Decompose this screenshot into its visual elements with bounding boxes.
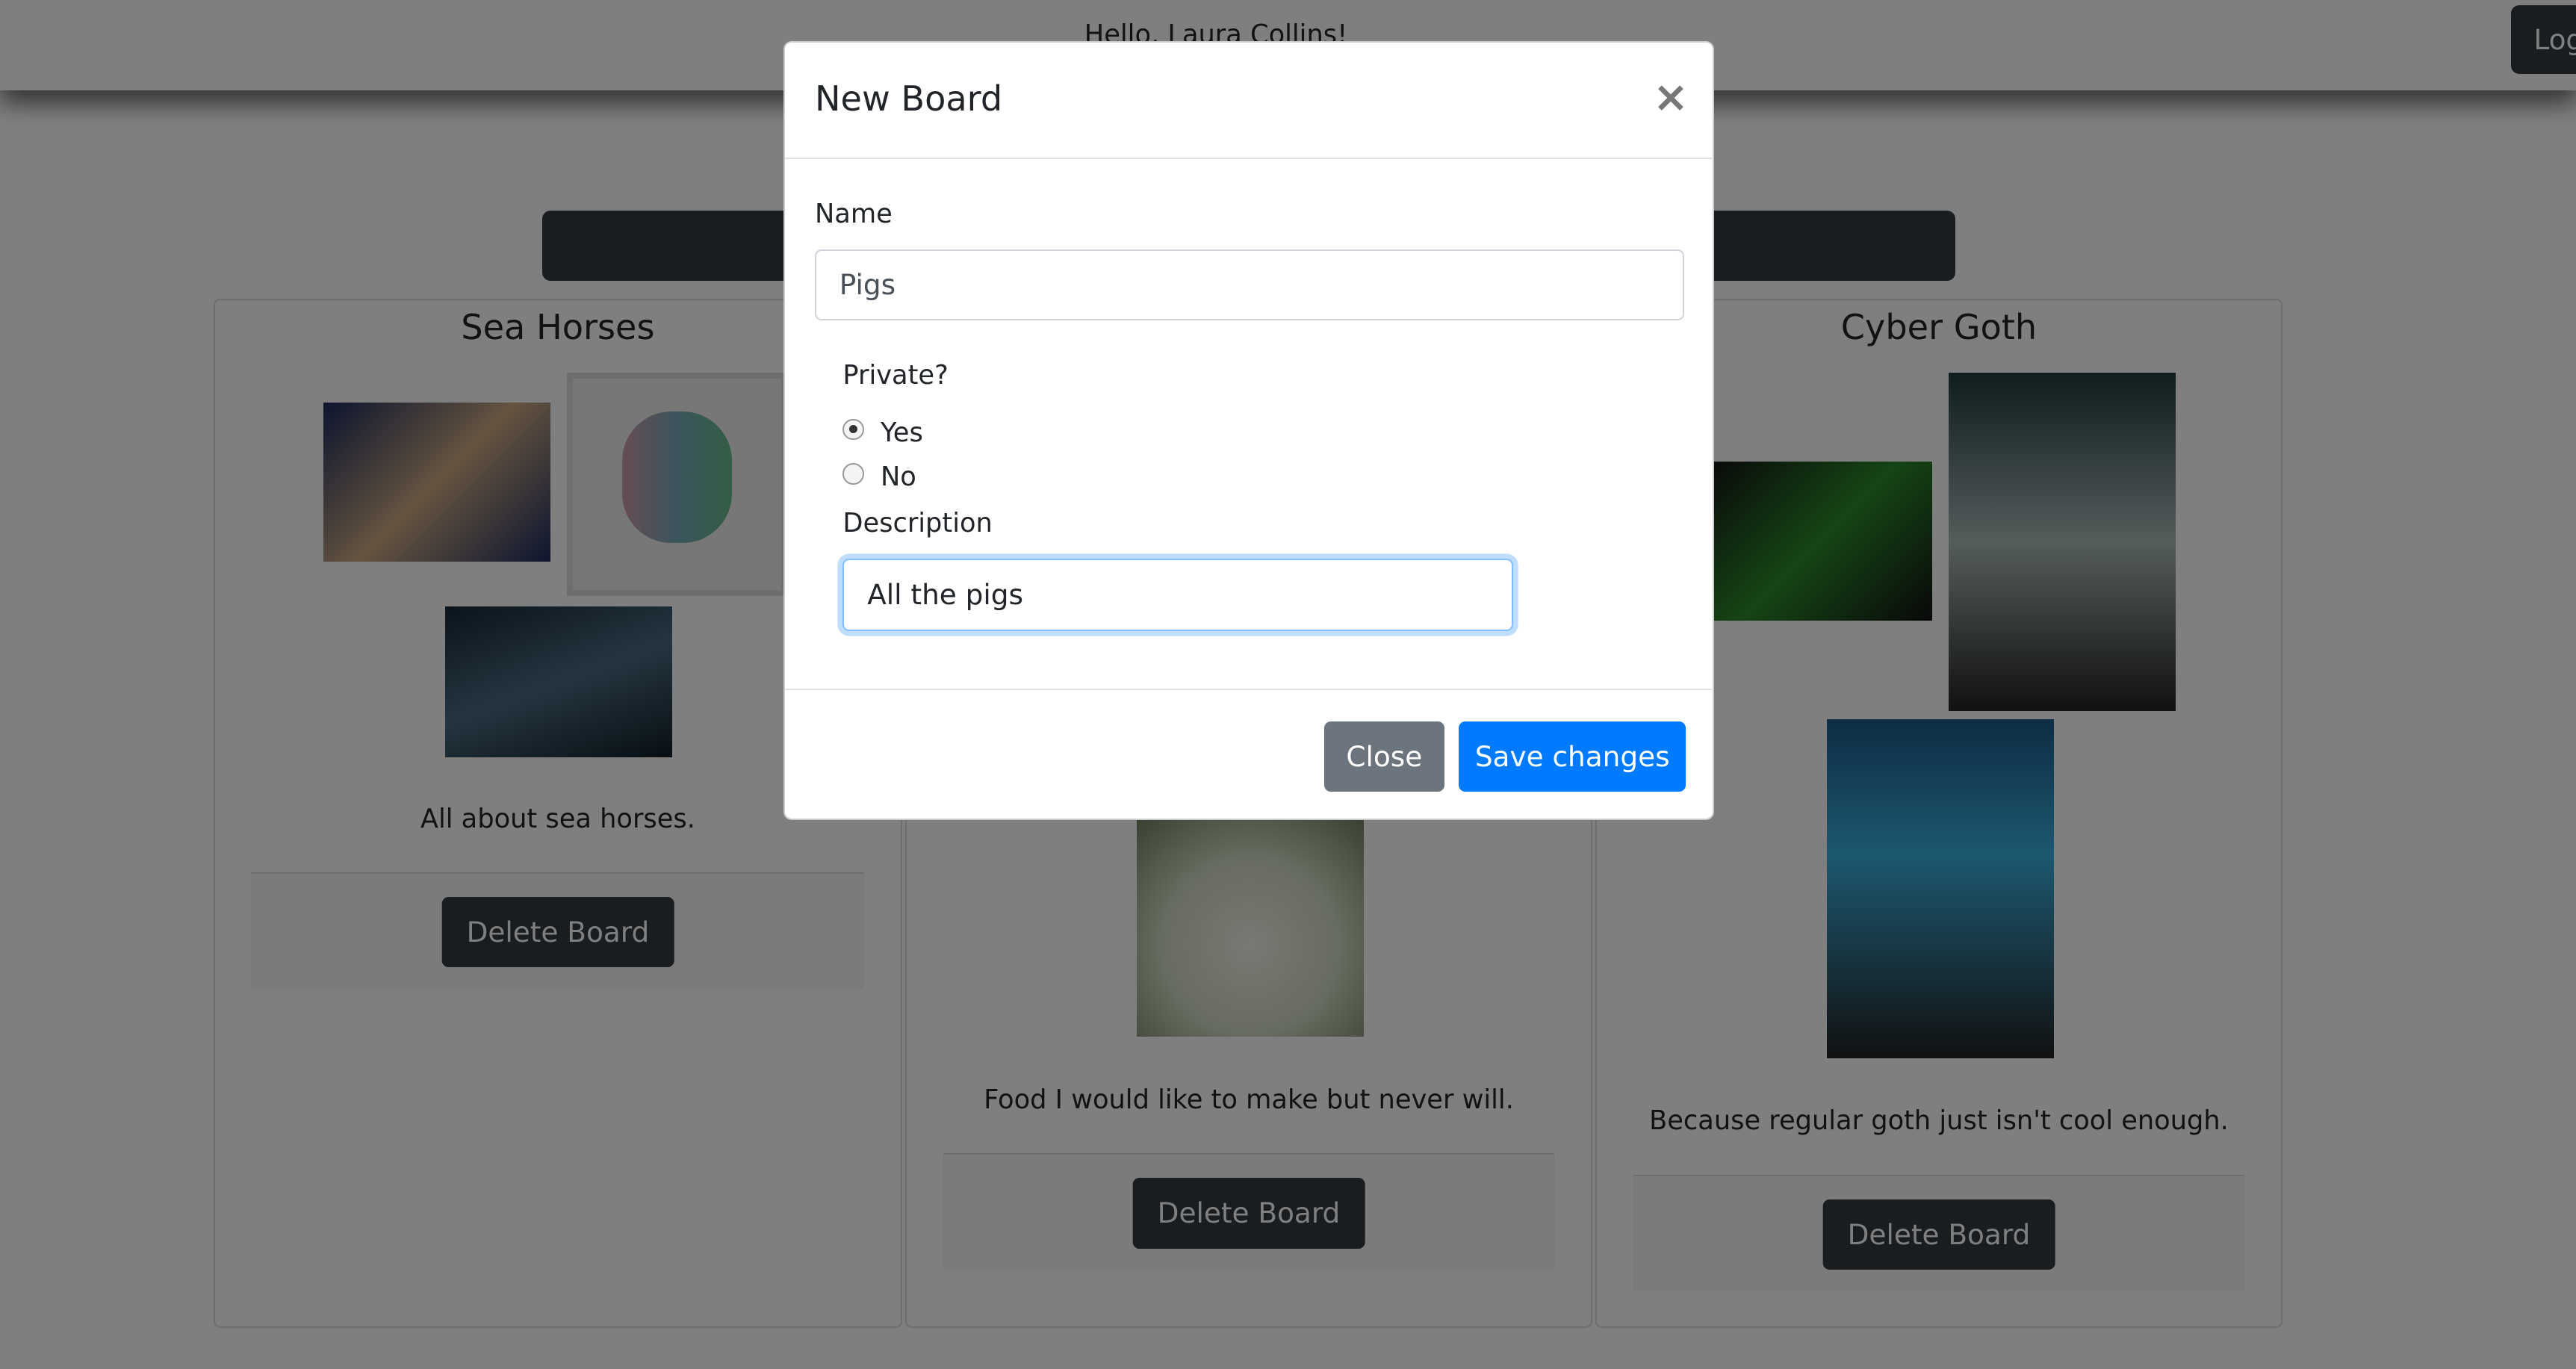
close-button[interactable]: Close [1323, 721, 1444, 792]
save-changes-button[interactable]: Save changes [1459, 721, 1686, 792]
private-no-radio[interactable] [842, 463, 864, 485]
description-input[interactable] [842, 558, 1513, 631]
private-no-label[interactable]: No [881, 462, 916, 492]
private-yes-radio[interactable] [842, 418, 864, 441]
private-yes-label[interactable]: Yes [881, 417, 923, 448]
divider [785, 688, 1713, 690]
close-icon[interactable]: × [1653, 72, 1689, 122]
name-label: Name [814, 199, 893, 229]
description-label: Description [842, 507, 993, 538]
divider [785, 158, 1713, 160]
modal-title: New Board [814, 78, 1003, 119]
name-input[interactable] [814, 249, 1684, 320]
private-label: Private? [842, 359, 949, 391]
new-board-modal: New Board × Name Private? Yes No Descrip… [783, 41, 1714, 820]
